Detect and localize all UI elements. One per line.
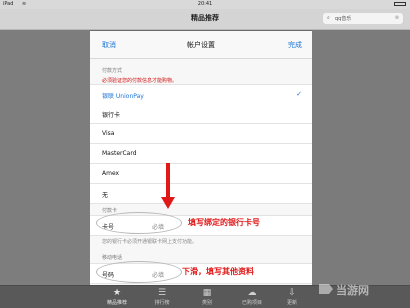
payment-warning: 必须验证您的付款信息才能购物。 <box>102 78 178 84</box>
tab-charts[interactable]: ☰ 排行榜 <box>140 288 184 306</box>
tab-purchased[interactable]: ☁ 已购项目 <box>230 288 274 306</box>
card-hint: 您的银行卡必须开通银联卡网上支付功能。 <box>102 239 198 245</box>
payment-option-label: MasterCard <box>102 150 137 157</box>
tab-categories[interactable]: ▦ 类别 <box>185 288 229 306</box>
phone-section-label: 移动电话 <box>102 255 123 261</box>
scroll-annotation: 下滑，填写其他资料 <box>182 267 254 276</box>
account-settings-sheet: 取消 帐户设置 完成 付款方式 必须验证您的付款信息才能购物。 银联 Union… <box>90 31 312 285</box>
payment-option-unionpay[interactable]: 银联 UnionPay ✓ <box>90 84 312 105</box>
star-icon: ★ <box>112 288 122 298</box>
arrow-down-icon <box>166 163 170 201</box>
done-button[interactable]: 完成 <box>288 40 302 50</box>
clear-icon[interactable]: ⊗ <box>395 15 399 21</box>
sheet-header: 取消 帐户设置 完成 <box>90 31 312 59</box>
sheet-title: 帐户设置 <box>187 41 215 49</box>
watermark-text: 当游网 <box>336 284 369 297</box>
payment-option-label: 银行卡 <box>102 112 121 119</box>
list-icon: ☰ <box>157 288 167 298</box>
battery-icon <box>394 2 406 6</box>
card-annotation: 填写绑定的银行卡号 <box>188 218 260 227</box>
tab-label: 已购项目 <box>241 300 262 306</box>
tab-featured[interactable]: ★ 精品推荐 <box>95 288 139 306</box>
payment-option-label: 无 <box>102 192 109 199</box>
tab-label: 更新 <box>286 300 297 306</box>
background-content-right <box>312 30 410 285</box>
payment-section-label: 付款方式 <box>102 68 123 74</box>
checkmark-icon: ✓ <box>296 90 302 98</box>
background-content-left <box>0 30 90 285</box>
watermark-logo-icon <box>319 284 333 294</box>
status-time: 20:41 <box>197 1 213 7</box>
tab-label: 精品推荐 <box>106 300 127 306</box>
card-field-highlight-oval <box>96 212 182 234</box>
payment-option-label: 银联 UnionPay <box>102 93 144 100</box>
payment-option-mastercard[interactable]: MasterCard <box>90 144 312 164</box>
status-bar: iPad ≋ 20:41 <box>0 0 410 9</box>
search-input[interactable]: ⌕ qq音乐 ⊗ <box>323 13 403 24</box>
payment-option-amex[interactable]: Amex <box>90 164 312 184</box>
app-navbar: 精品推荐 ⌕ qq音乐 ⊗ <box>0 9 410 30</box>
payment-option-none[interactable]: 无 <box>90 184 312 204</box>
tab-updates[interactable]: ⇩ 更新 <box>270 288 314 306</box>
payment-option-visa[interactable]: Visa <box>90 124 312 144</box>
cloud-icon: ☁ <box>247 288 257 298</box>
search-value: qq音乐 <box>335 16 352 22</box>
tab-label: 类别 <box>201 300 212 306</box>
payment-option-label: Visa <box>102 130 115 137</box>
grid-icon: ▦ <box>202 288 212 298</box>
arrow-head-icon <box>161 197 175 209</box>
download-icon: ⇩ <box>288 288 296 298</box>
phone-field-highlight-oval <box>96 261 182 283</box>
payment-option-bank-card[interactable]: 银行卡 <box>90 104 312 124</box>
search-icon: ⌕ <box>327 15 330 21</box>
payment-option-label: Amex <box>102 170 120 177</box>
tab-label: 排行榜 <box>154 300 170 306</box>
